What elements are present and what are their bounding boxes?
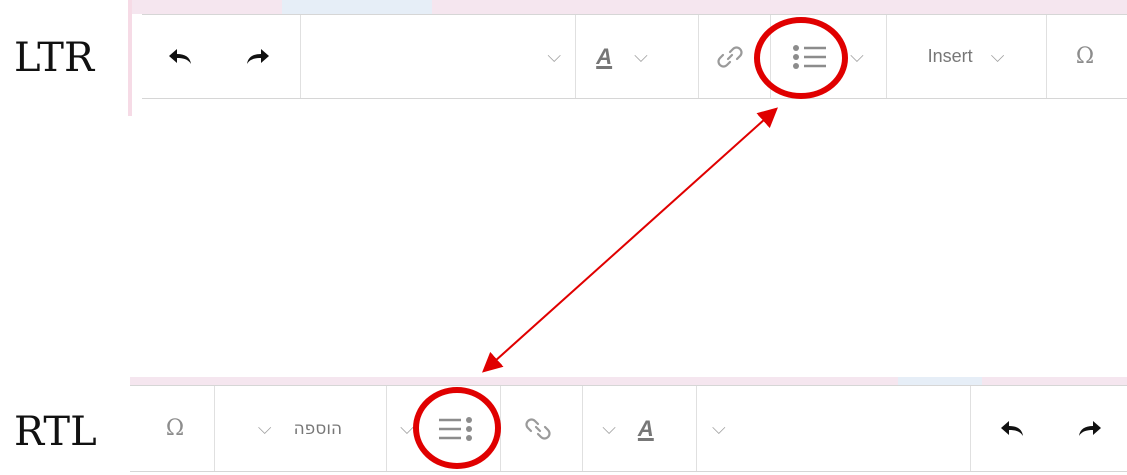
redo-button[interactable]: [238, 15, 278, 98]
insert-label: Insert: [927, 46, 973, 66]
omega-icon: Ω: [1075, 44, 1095, 69]
chevron-down-icon: ⌵: [602, 418, 616, 439]
bullet-list-icon: [792, 44, 826, 69]
insert-dropdown[interactable]: Insert ⌵: [888, 15, 1044, 98]
bullet-list-button[interactable]: [782, 15, 837, 98]
separator: [698, 15, 699, 98]
ltr-top-strip-blue: [282, 0, 432, 14]
ltr-label: LTR: [14, 35, 95, 81]
redo-icon: [247, 48, 269, 64]
separator: [500, 386, 501, 471]
connector-arrow: [482, 107, 778, 373]
ltr-left-edge: [128, 0, 132, 116]
separator: [1046, 15, 1047, 98]
chevron-down-icon: ⌵: [634, 46, 648, 67]
format-dropdown[interactable]: ⌵: [698, 386, 970, 471]
link-button[interactable]: [710, 15, 750, 98]
bullet-list-icon: [439, 416, 472, 441]
chevron-down-icon: ⌵: [257, 418, 272, 439]
chevron-down-icon: ⌵: [990, 46, 1005, 67]
font-style-icon: A: [637, 415, 654, 441]
separator: [214, 386, 215, 471]
link-icon: [717, 45, 743, 68]
list-dropdown[interactable]: ⌵: [842, 15, 872, 98]
separator: [886, 15, 887, 98]
chevron-down-icon: ⌵: [400, 418, 414, 439]
rtl-label: RTL: [14, 409, 97, 455]
redo-icon: [1079, 420, 1101, 436]
special-character-button[interactable]: Ω: [150, 386, 200, 471]
insert-label: הוספה: [293, 418, 343, 439]
undo-icon: [1001, 420, 1023, 436]
font-style-dropdown[interactable]: ⌵ A: [588, 386, 668, 471]
bullet-list-button[interactable]: [430, 386, 480, 471]
undo-button[interactable]: [992, 386, 1032, 471]
ltr-toolbar: ⌵ A ⌵ ⌵ Insert ⌵ Ω: [142, 14, 1127, 99]
omega-icon: Ω: [165, 416, 185, 441]
font-style-icon: A: [596, 43, 613, 69]
redo-button[interactable]: [1070, 386, 1110, 471]
separator: [386, 386, 387, 471]
ltr-top-strip: [130, 0, 1127, 14]
special-character-button[interactable]: Ω: [1060, 15, 1110, 98]
undo-icon: [169, 48, 191, 64]
separator: [770, 15, 771, 98]
separator: [300, 15, 301, 98]
list-dropdown[interactable]: ⌵: [392, 386, 422, 471]
chevron-down-icon: ⌵: [547, 46, 561, 67]
format-dropdown[interactable]: ⌵: [302, 15, 575, 98]
rtl-toolbar: Ω ⌵ הוספה ⌵ ⌵ A ⌵: [130, 385, 1127, 472]
separator: [582, 386, 583, 471]
separator: [575, 15, 576, 98]
link-icon: [525, 417, 551, 440]
link-button[interactable]: [518, 386, 558, 471]
chevron-down-icon: ⌵: [850, 46, 864, 67]
separator: [970, 386, 971, 471]
insert-dropdown[interactable]: ⌵ הוספה: [216, 386, 384, 471]
undo-button[interactable]: [160, 15, 200, 98]
rtl-top-strip-blue: [898, 377, 982, 385]
font-style-dropdown[interactable]: A ⌵: [582, 15, 662, 98]
chevron-down-icon: ⌵: [712, 418, 726, 439]
separator: [696, 386, 697, 471]
